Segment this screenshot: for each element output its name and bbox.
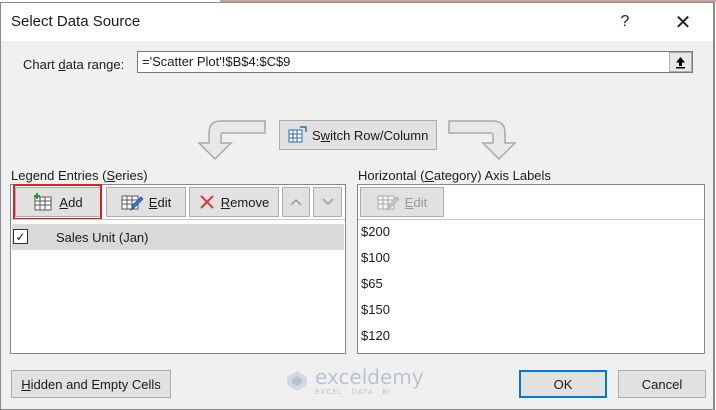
switch-row-column-icon	[288, 126, 307, 143]
help-button[interactable]: ?	[605, 7, 645, 37]
category-heading-pre: Horizontal (	[358, 168, 425, 183]
category-item: $120	[361, 328, 390, 343]
move-up-button[interactable]	[282, 187, 310, 217]
watermark-subtitle: EXCEL · DATA · BI	[315, 389, 391, 396]
dialog-title: Select Data Source	[11, 13, 141, 30]
curved-arrow-left-icon	[197, 120, 266, 161]
ok-button[interactable]: OK	[519, 370, 607, 398]
edit-table-icon	[377, 195, 399, 211]
switch-label-accesskey: w	[320, 127, 331, 143]
chart-data-range-label: Chart data range:	[23, 57, 124, 72]
exceldemy-logo-icon	[287, 370, 307, 391]
switch-row-column-button[interactable]: Switch Row/Column	[279, 120, 437, 150]
remove-label: Remove	[221, 195, 269, 210]
legend-toolbar-divider	[11, 219, 345, 220]
category-axis-heading: Horizontal (Category) Axis Labels	[358, 168, 551, 183]
category-toolbar-divider	[358, 219, 704, 220]
curved-arrow-right-icon	[448, 120, 517, 161]
category-edit-post: dit	[413, 194, 428, 210]
watermark-name: exceldemy	[315, 365, 424, 389]
category-item: $65	[361, 276, 383, 291]
chart-data-range-input[interactable]: ='Scatter Plot'!$B$4:$C$9	[137, 51, 693, 73]
remove-label-accesskey: R	[220, 194, 231, 210]
legend-heading-accesskey: S	[106, 168, 116, 183]
switch-row-column-label: Switch Row/Column	[312, 128, 428, 143]
range-label-accesskey: d	[58, 57, 66, 72]
series-name: Sales Unit (Jan)	[56, 230, 149, 245]
hidden-empty-cells-label: Hidden and Empty Cells	[21, 377, 160, 392]
watermark-text: exceldemy EXCEL · DATA · BI	[315, 365, 424, 396]
select-data-source-dialog: Select Data Source ? ✕ Chart data range:…	[0, 2, 715, 410]
chevron-down-icon	[321, 198, 334, 206]
exceldemy-watermark: exceldemy EXCEL · DATA · BI	[285, 365, 424, 396]
hidden-empty-cells-button[interactable]: Hidden and Empty Cells	[11, 370, 171, 398]
range-label-pre: Chart	[23, 57, 59, 72]
close-button[interactable]: ✕	[663, 7, 703, 37]
category-heading-post: ategory) Axis Labels	[433, 168, 551, 183]
move-down-button[interactable]	[313, 187, 342, 217]
add-button-highlight	[13, 184, 102, 220]
edit-category-button[interactable]: Edit	[360, 187, 444, 217]
legend-heading-post: eries)	[115, 168, 148, 183]
category-item: $100	[361, 250, 390, 265]
cancel-button[interactable]: Cancel	[618, 370, 706, 398]
edit-label: Edit	[149, 195, 171, 210]
category-item: $200	[361, 224, 390, 239]
hidden-label-post: idden and Empty Cells	[30, 376, 161, 392]
remove-x-icon	[200, 195, 214, 209]
legend-entries-heading: Legend Entries (Series)	[11, 168, 148, 183]
chevron-up-icon	[290, 198, 302, 206]
remove-series-button[interactable]: Remove	[189, 187, 279, 217]
switch-label-pre: S	[312, 127, 321, 143]
upload-arrow-icon	[676, 56, 685, 68]
hidden-label-accesskey: H	[21, 376, 31, 392]
series-checkbox[interactable]: ✓	[13, 229, 28, 244]
switch-label-post: itch Row/Column	[330, 127, 429, 143]
remove-label-post: emove	[230, 194, 270, 210]
category-edit-label: Edit	[405, 195, 427, 210]
edit-series-button[interactable]: Edit	[106, 187, 186, 217]
edit-table-icon	[121, 195, 143, 211]
category-item: $150	[361, 302, 390, 317]
checkmark-icon: ✓	[15, 229, 26, 244]
collapse-dialog-button[interactable]	[669, 52, 692, 72]
category-heading-accesskey: C	[424, 168, 434, 183]
legend-heading-pre: Legend Entries (	[11, 168, 107, 183]
range-label-post: ata range:	[65, 57, 125, 72]
edit-label-post: dit	[157, 194, 172, 210]
title-bar: Select Data Source ? ✕	[1, 3, 713, 41]
